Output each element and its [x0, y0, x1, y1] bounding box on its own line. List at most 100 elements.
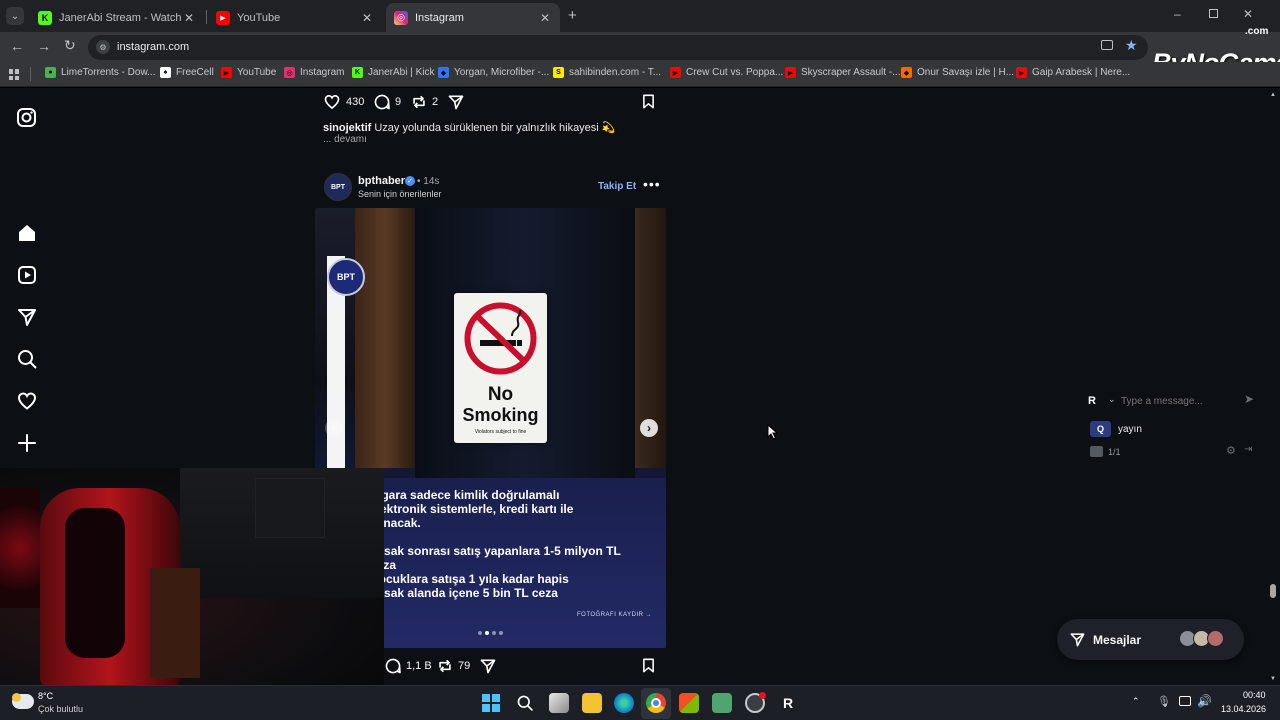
create-plus-icon[interactable] [16, 432, 38, 454]
bookmark-item[interactable]: ◆ Onur Savaşı izle | H... [901, 67, 1014, 78]
caption-username[interactable]: sinojektif [323, 122, 371, 134]
channel-icon: Q [1090, 421, 1111, 437]
minimize-window-icon[interactable]: – [1174, 7, 1181, 21]
instagram-page: 430 9 2 sinojektif Uzay yolunda sürüklen… [0, 88, 1280, 685]
address-bar[interactable]: ⚙ instagram.com [88, 35, 1148, 60]
edge-browser-icon[interactable] [614, 693, 634, 713]
repost-icon[interactable] [436, 657, 454, 675]
clock-date[interactable]: 13.04.2026 [1221, 704, 1266, 714]
follow-button[interactable]: Takip Et [598, 181, 636, 192]
bookmark-item[interactable]: ♠ FreeCell [160, 67, 214, 78]
volume-icon[interactable]: 🔊 [1197, 694, 1212, 708]
post-time: • 14s [417, 176, 440, 187]
new-tab-plus-icon[interactable]: + [568, 7, 577, 24]
bookmark-item[interactable]: ▶ Skyscraper Assault -... [785, 67, 900, 78]
show-hidden-icons-chevron-icon[interactable]: ⌃ [1132, 696, 1140, 707]
chat-channel-name[interactable]: yayın [1118, 424, 1142, 435]
apps-grid-icon[interactable] [9, 69, 20, 80]
close-tab-icon[interactable]: ✕ [360, 11, 374, 25]
maximize-window-icon[interactable] [1209, 9, 1218, 18]
carousel-prev-icon[interactable]: ‹ [325, 419, 343, 437]
bookmark-item[interactable]: ● LimeTorrents - Dow... [45, 67, 155, 78]
microphone-icon[interactable]: 🎙 [1157, 695, 1171, 708]
like-heart-icon[interactable] [323, 93, 341, 111]
save-bookmark-icon[interactable] [640, 657, 657, 674]
direct-send-icon[interactable] [16, 306, 38, 328]
chat-message-input[interactable] [1121, 393, 1241, 409]
notifications-heart-icon[interactable] [16, 390, 38, 412]
send-message-icon[interactable]: ➤ [1244, 392, 1254, 406]
share-icon[interactable] [479, 657, 497, 675]
post-username[interactable]: bpthaber [358, 175, 405, 187]
reload-icon[interactable]: ↻ [64, 37, 76, 54]
post-suggestion-label: Senin için önerilenler [358, 189, 442, 199]
bookmark-label: Onur Savaşı izle | H... [917, 67, 1015, 78]
chat-settings-gear-icon[interactable]: ⚙ [1226, 444, 1236, 457]
more-options-icon[interactable]: ••• [643, 176, 661, 192]
post-author-avatar[interactable]: BPT [324, 173, 352, 201]
close-window-icon[interactable]: ✕ [1243, 7, 1253, 21]
tab-title: Instagram [415, 11, 464, 24]
search-icon[interactable] [16, 348, 38, 370]
share-icon[interactable] [447, 93, 465, 111]
tab-instagram[interactable]: ◎ Instagram ✕ [386, 3, 560, 32]
windows-start-icon[interactable] [482, 694, 500, 712]
scroll-down-arrow-icon[interactable]: ▼ [1270, 676, 1276, 682]
bookmark-item[interactable]: ◎ Instagram [284, 67, 344, 78]
chat-profile-dropdown-icon[interactable]: ⌄ [1108, 394, 1116, 405]
instagram-logo-icon[interactable] [16, 107, 38, 129]
users-toggle-icon[interactable] [1090, 446, 1103, 457]
back-arrow-icon[interactable]: ← [10, 38, 24, 54]
bookmark-item[interactable]: K JanerAbi | Kick [352, 67, 435, 78]
scroll-up-arrow-icon[interactable]: ▲ [1270, 92, 1276, 98]
swipe-cta-text: FOTOĞRAFI KAYDIR → [577, 612, 653, 618]
bookmark-label: LimeTorrents - Dow... [61, 67, 156, 78]
folder-app-icon[interactable] [712, 693, 732, 713]
bookmark-favicon-icon: ◎ [284, 67, 295, 78]
no-smoking-symbol-icon [464, 302, 537, 375]
page-scrollbar-thumb[interactable] [1270, 584, 1276, 598]
caption-more-link[interactable]: ... devamı [323, 134, 367, 145]
bookmark-item[interactable]: ▶ YouTube [221, 67, 276, 78]
home-icon[interactable] [16, 222, 38, 244]
chat-exit-icon[interactable]: ⇥ [1244, 444, 1252, 455]
install-app-icon[interactable] [1101, 40, 1113, 50]
clock-time[interactable]: 00:40 [1243, 690, 1266, 700]
image-text-line [370, 530, 660, 544]
chat-profile-letter[interactable]: R [1088, 395, 1101, 408]
repost-count: 79 [458, 660, 471, 672]
direct-message-icon [1070, 633, 1085, 647]
microsoft-store-icon[interactable] [679, 693, 699, 713]
tab-search-button[interactable]: ⌄ [6, 7, 24, 25]
close-tab-icon[interactable]: ✕ [182, 11, 196, 25]
tab-janerabi[interactable]: K JanerAbi Stream - Watch Live o ✕ [30, 3, 204, 32]
sign-line-1: No [487, 384, 514, 405]
close-tab-icon[interactable]: ✕ [538, 11, 552, 25]
chair-inner-image [65, 508, 125, 658]
taskbar-search-icon[interactable] [516, 694, 534, 712]
reels-icon[interactable] [16, 264, 38, 286]
task-view-icon[interactable] [549, 693, 569, 713]
bookmark-favicon-icon: K [352, 67, 363, 78]
bookmark-item[interactable]: ▶ Gaip Arabesk | Nere... [1016, 67, 1130, 78]
save-bookmark-icon[interactable] [640, 93, 657, 110]
tab-youtube[interactable]: ▶ YouTube ✕ [208, 3, 382, 32]
network-icon[interactable] [1179, 696, 1191, 706]
site-info-icon[interactable]: ⚙ [96, 40, 110, 54]
comment-icon[interactable] [384, 657, 402, 675]
bookmark-favicon-icon: S [553, 67, 564, 78]
repost-icon[interactable] [410, 93, 428, 111]
comment-icon[interactable] [373, 93, 391, 111]
r-app-icon[interactable]: R [783, 695, 793, 711]
carousel-next-icon[interactable]: › [640, 419, 658, 437]
messages-button[interactable]: Mesajlar [1057, 619, 1244, 660]
bookmark-item[interactable]: Ssahibinden.com - T... [553, 67, 661, 78]
bookmark-star-icon[interactable]: ★ [1125, 37, 1138, 54]
bookmark-item[interactable]: ▶ Crew Cut vs. Poppa... [670, 67, 783, 78]
file-explorer-icon[interactable] [582, 693, 602, 713]
webcam-red-light [0, 488, 40, 608]
bookmark-item[interactable]: ◆ Yorgan, Microfiber -... [438, 67, 549, 78]
url-text: instagram.com [117, 41, 190, 53]
bookmark-label: Crew Cut vs. Poppa... [686, 67, 784, 78]
forward-arrow-icon[interactable]: → [37, 38, 51, 54]
